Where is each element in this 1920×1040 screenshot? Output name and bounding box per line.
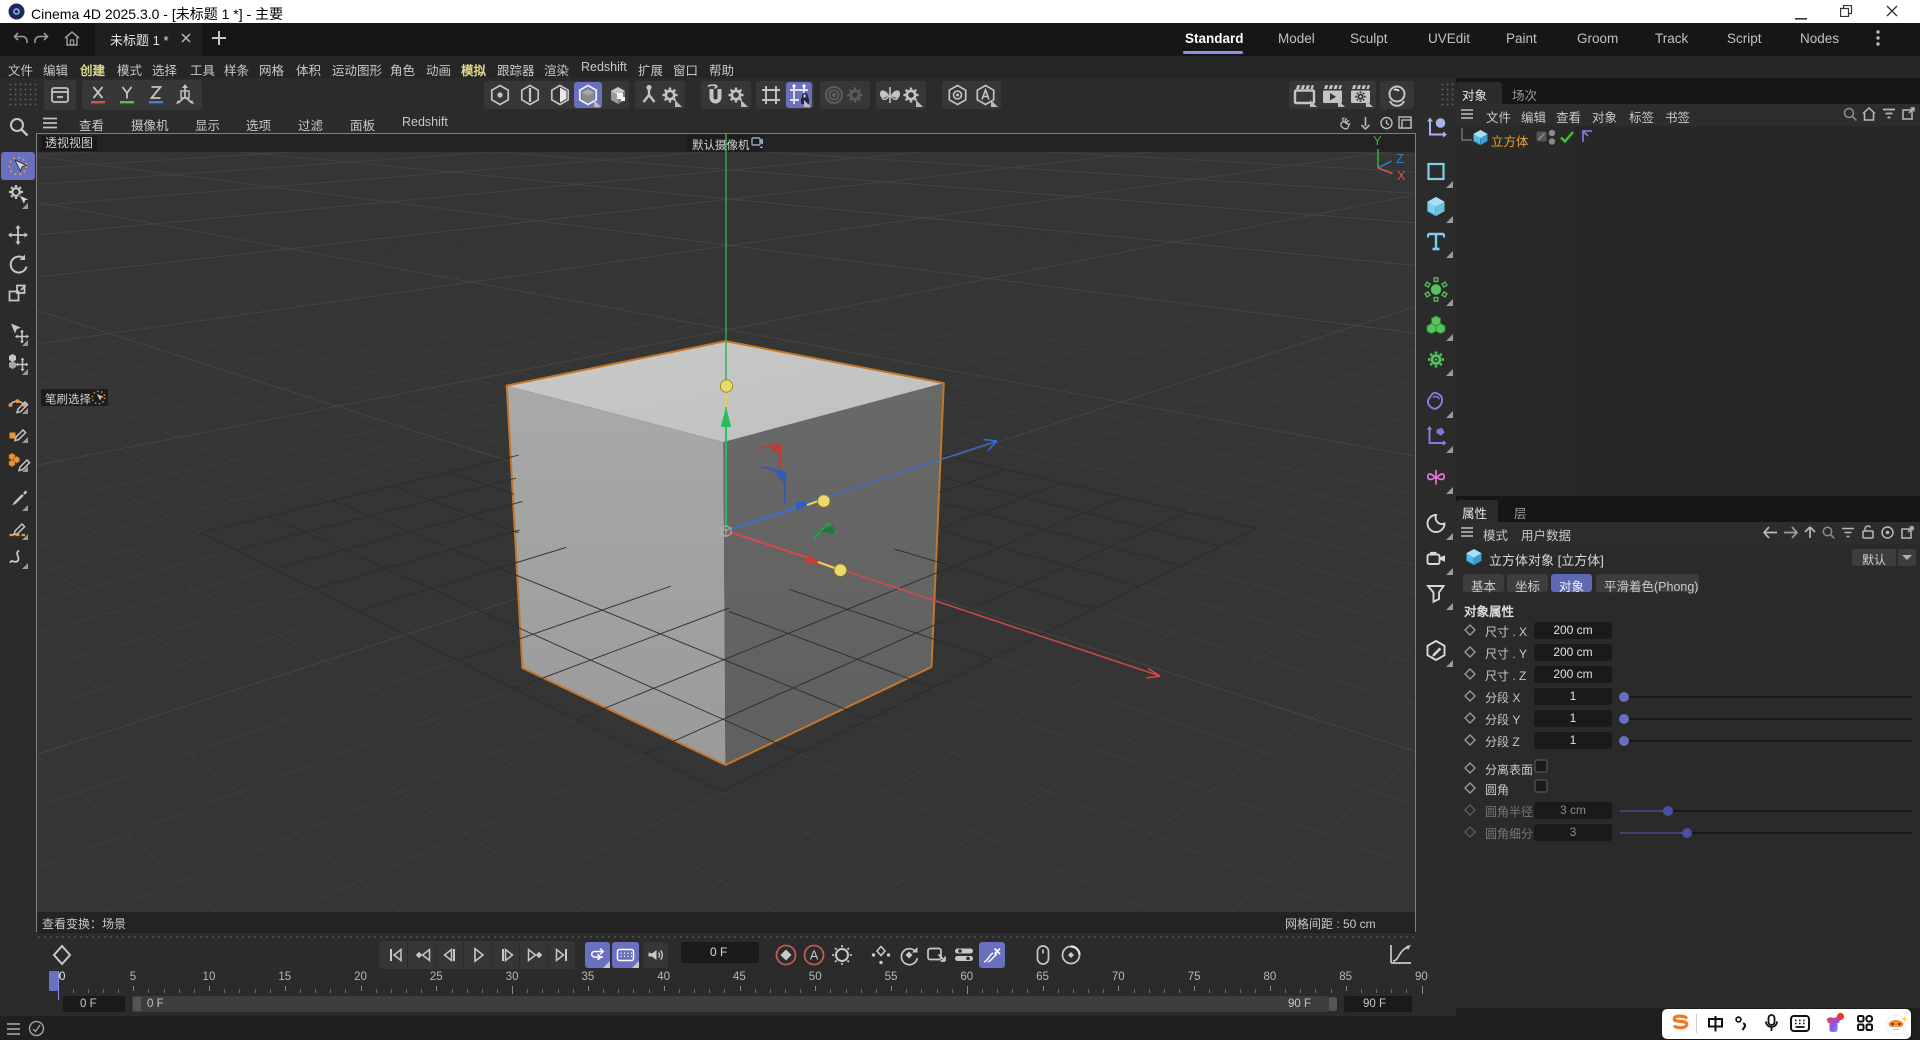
svg-text:A: A [810, 949, 819, 963]
svg-text:X: X [1397, 168, 1406, 181]
svg-text:Y: Y [1373, 133, 1382, 148]
svg-text:Z: Z [1396, 151, 1404, 166]
